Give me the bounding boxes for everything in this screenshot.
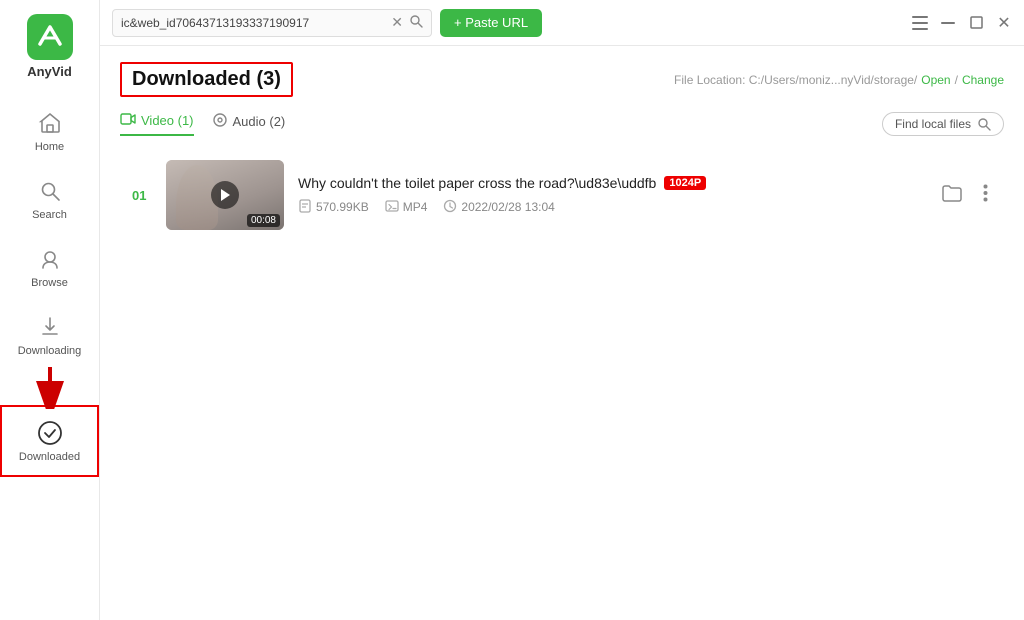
clock-icon [443, 199, 457, 216]
item-number: 01 [132, 188, 152, 203]
paste-url-label: + Paste URL [454, 15, 528, 30]
main-content: ic&web_id70643713193337190917 ✕ + Paste … [100, 0, 1024, 620]
video-title-row: Why couldn't the toilet paper cross the … [298, 175, 923, 191]
sidebar: AnyVid Home Search Browse [0, 0, 100, 620]
page-title: Downloaded (3) [120, 62, 293, 97]
close-icon[interactable]: ✕ [996, 15, 1012, 31]
tab-video-label: Video (1) [141, 113, 194, 128]
change-link[interactable]: Change [962, 73, 1004, 87]
more-options-button[interactable] [979, 180, 992, 211]
file-location: File Location: C:/Users/moniz...nyVid/st… [674, 73, 1004, 87]
downloaded-icon [36, 419, 64, 447]
url-close-icon[interactable]: ✕ [391, 14, 403, 31]
sidebar-item-downloading[interactable]: Downloading [0, 301, 99, 369]
duration-badge: 00:08 [247, 214, 280, 227]
sidebar-home-label: Home [35, 141, 64, 153]
url-text: ic&web_id70643713193337190917 [121, 16, 385, 30]
file-location-label: File Location: C:/Users/moniz...nyVid/st… [674, 73, 917, 87]
tab-audio-label: Audio (2) [233, 114, 286, 129]
app-logo[interactable] [27, 14, 73, 60]
video-thumbnail[interactable]: 00:08 [166, 160, 284, 230]
tab-video[interactable]: Video (1) [120, 111, 194, 136]
meta-date: 2022/02/28 13:04 [443, 199, 554, 216]
logo-area: AnyVid [0, 0, 99, 97]
find-local-label: Find local files [895, 117, 971, 131]
sidebar-browse-label: Browse [31, 277, 68, 289]
tab-group: Video (1) Audio (2) [120, 111, 285, 136]
home-icon [36, 109, 64, 137]
tab-audio[interactable]: Audio (2) [212, 111, 286, 136]
meta-format: MP4 [385, 199, 428, 216]
search-icon [36, 177, 64, 205]
tabs-bar: Video (1) Audio (2) Find local files [120, 111, 1004, 136]
page-header: Downloaded (3) File Location: C:/Users/m… [120, 62, 1004, 97]
url-search-icon[interactable] [409, 14, 423, 31]
content-area: Downloaded (3) File Location: C:/Users/m… [100, 46, 1024, 620]
video-tab-icon [120, 111, 136, 130]
file-size: 570.99KB [316, 200, 369, 214]
sidebar-item-downloaded[interactable]: Downloaded [0, 405, 99, 477]
video-actions [937, 178, 992, 213]
url-bar: ic&web_id70643713193337190917 ✕ [112, 9, 432, 37]
sidebar-downloading-label: Downloading [18, 345, 82, 357]
video-info: Why couldn't the toilet paper cross the … [298, 175, 923, 216]
file-format: MP4 [403, 200, 428, 214]
format-icon [385, 199, 399, 216]
minimize-icon[interactable] [940, 15, 956, 31]
audio-tab-icon [212, 112, 228, 131]
meta-size: 570.99KB [298, 199, 369, 216]
browse-icon [36, 245, 64, 273]
sidebar-item-browse[interactable]: Browse [0, 233, 99, 301]
maximize-icon[interactable] [968, 15, 984, 31]
hamburger-icon[interactable] [912, 15, 928, 31]
table-row: 01 00:08 [120, 150, 1004, 240]
sidebar-search-label: Search [32, 209, 67, 221]
sidebar-item-search[interactable]: Search [0, 165, 99, 233]
window-controls: ✕ [912, 15, 1012, 31]
app-name: AnyVid [27, 64, 72, 79]
paste-url-button[interactable]: + Paste URL [440, 9, 542, 37]
file-date: 2022/02/28 13:04 [461, 200, 554, 214]
quality-badge: 1024P [664, 176, 706, 190]
open-link[interactable]: Open [921, 73, 950, 87]
video-meta: 570.99KB MP4 2022/02/28 13 [298, 199, 923, 216]
size-icon [298, 199, 312, 216]
downloading-icon [36, 313, 64, 341]
play-button[interactable] [211, 181, 239, 209]
find-local-button[interactable]: Find local files [882, 112, 1004, 136]
titlebar: ic&web_id70643713193337190917 ✕ + Paste … [100, 0, 1024, 46]
sidebar-item-home[interactable]: Home [0, 97, 99, 165]
sidebar-downloaded-label: Downloaded [19, 451, 80, 463]
open-folder-button[interactable] [937, 178, 967, 213]
video-title: Why couldn't the toilet paper cross the … [298, 175, 656, 191]
video-list: 01 00:08 [120, 150, 1004, 240]
